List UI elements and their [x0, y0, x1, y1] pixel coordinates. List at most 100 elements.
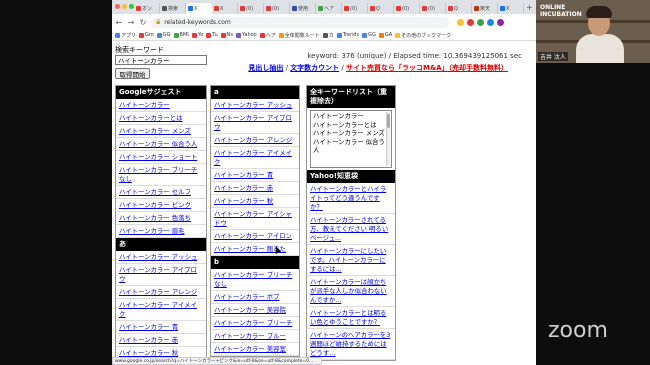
heading-extract-link[interactable]: 見出し抽出	[248, 64, 283, 72]
browser-tab[interactable]: 検索	[160, 3, 186, 14]
keyword-link[interactable]: ハイトーンカラー ブリーチなし	[211, 269, 299, 291]
rakko-ma-link[interactable]: サイト売買なら「ラッコM&A」（売却手数料無料）	[346, 64, 508, 72]
page-content: 検索キーワード 取得開始 keyword: 376 (unique) / Ela…	[112, 41, 536, 365]
keyword-link[interactable]: ハイトーンカラー アッシュ	[116, 251, 206, 264]
keyword-link[interactable]: ハイトーンカラー アイシャドウ	[211, 208, 299, 230]
bookmark-item[interactable]: GG	[362, 32, 376, 38]
browser-tab[interactable]: (0)	[238, 3, 264, 14]
bookmark-item[interactable]: Yo	[191, 32, 203, 38]
bookmark-favicon-icon	[322, 32, 328, 38]
keyword-link[interactable]: ハイトーンカラー 飽きた	[211, 243, 299, 256]
keyword-link[interactable]: ハイトーンカラー ブリーチなし	[116, 164, 206, 186]
keyword-link[interactable]: ハイトーンカラー アイブロウ	[116, 264, 206, 286]
keyword-link[interactable]: ハイトーンカラー 赤	[211, 182, 299, 195]
bookmark-item[interactable]: Trends	[336, 32, 359, 38]
bookmark-item[interactable]: GG	[156, 32, 171, 38]
keyword-link[interactable]: ハイトーンカラー アレンジ	[116, 286, 206, 299]
extension-icon[interactable]	[477, 18, 484, 26]
browser-tab[interactable]: (0)	[342, 3, 368, 14]
tab-label: (0)	[350, 5, 358, 12]
keyword-link[interactable]: ハイトーンカラー 美容室	[211, 343, 299, 356]
keyword-link[interactable]: ハイトーンカラー ボブ	[211, 291, 299, 304]
address-bar[interactable]: 🔒 related-keywords.com	[151, 16, 449, 28]
browser-tab[interactable]: オン	[134, 3, 160, 14]
keyword-link[interactable]: ハイトーンカラー アイロン	[211, 230, 299, 243]
keyword-link[interactable]: ハイトーンカラー 赤	[116, 334, 206, 347]
bookmark-item[interactable]: Tu	[206, 32, 218, 38]
new-tab-button[interactable]: +	[526, 3, 533, 12]
star-icon[interactable]	[457, 18, 464, 26]
browser-tab[interactable]: (0)	[420, 3, 446, 14]
keyword-link[interactable]: ハイトーンカラー ショート	[116, 151, 206, 164]
search-input[interactable]	[115, 55, 207, 65]
extension-icon[interactable]	[467, 18, 474, 26]
keyword-link[interactable]: ハイトーンカラー 秋	[211, 195, 299, 208]
tab-label: オン	[142, 6, 153, 12]
yahoo-question-link[interactable]: ハイトーンのヘアカラーを3週間ほど維持するためにはどうす...	[307, 329, 395, 360]
keyword-link[interactable]: ハイトーンカラー アイメイク	[116, 299, 206, 321]
forward-icon[interactable]: →	[127, 18, 135, 27]
bookmark-item[interactable]: カ	[322, 32, 334, 39]
yahoo-question-link[interactable]: ハイトーンカラーされてる方、教えてください 明るいベージュ...	[307, 214, 395, 245]
bookmark-item[interactable]: BMI	[173, 32, 189, 38]
keyword-link[interactable]: ハイトーンカラー 美容院	[211, 304, 299, 317]
reload-icon[interactable]: ↻	[139, 18, 147, 27]
bookmark-item[interactable]: ヘア	[259, 32, 276, 39]
yahoo-question-link[interactable]: ハイトーンカラーは顔立ちが派手な人しか似合わないんですか...	[307, 276, 395, 307]
char-count-link[interactable]: 文字数カウント	[290, 64, 339, 72]
browser-tab[interactable]: Q	[446, 3, 472, 14]
keyword-link[interactable]: ハイトーンカラー アイブロウ	[211, 112, 299, 134]
keyword-link[interactable]: ハイトーンカラー アイメイク	[211, 147, 299, 169]
bookmark-item[interactable]: Ns	[220, 32, 233, 38]
keyword-link[interactable]: ハイトーンカラー ブルー	[211, 330, 299, 343]
all-keywords-textarea[interactable]: ハイトーンカラー ハイトーンカラーとは ハイトーンカラー メンズ ハイトーンカラー 似…	[310, 110, 392, 168]
keyword-link[interactable]: ハイトーンカラー アッシュ	[211, 99, 299, 112]
keyword-link[interactable]: ハイトーンカラー 青	[116, 321, 206, 334]
browser-tab[interactable]: ヘア	[316, 3, 342, 14]
back-icon[interactable]: ←	[115, 18, 123, 27]
keyword-link[interactable]: ハイトーンカラーとは	[116, 112, 206, 125]
start-button[interactable]: 取得開始	[115, 68, 150, 79]
keyword-link[interactable]: ハイトーンカラー アレンジ	[211, 134, 299, 147]
keyword-link[interactable]: ハイトーンカラー ブリーチ	[211, 317, 299, 330]
bookmark-favicon-icon	[173, 32, 179, 38]
keyword-link[interactable]: ハイトーンカラー	[116, 99, 206, 112]
browser-tab[interactable]: (0)	[394, 3, 420, 14]
yahoo-question-link[interactable]: ハイトーンカラーとハイライトってどう違うんですか？	[307, 183, 395, 214]
bookmark-item[interactable]: GA	[378, 32, 392, 38]
tab-favicon-icon	[422, 6, 427, 11]
browser-tab[interactable]: 使用	[290, 3, 316, 14]
keyword-link[interactable]: ハイトーンカラー 色落ち	[116, 212, 206, 225]
bookmark-item[interactable]: アプリ	[115, 32, 136, 39]
tab-favicon-icon	[448, 6, 453, 11]
keyword-link[interactable]: ハイトーンカラー 似合う人	[116, 138, 206, 151]
keyword-link[interactable]: ハイトーンカラー 青	[211, 169, 299, 182]
keyword-link[interactable]: ハイトーンカラー セルフ	[116, 186, 206, 199]
minimize-window-button[interactable]	[122, 4, 127, 9]
bookmark-item[interactable]: 全体閲覧ルート	[278, 32, 320, 39]
bookmarks-bar: アプリ Gm GG BMI Yo Tu Ns Yahoo ヘア 全体閲覧ルート カ Trends GG G…	[112, 30, 536, 41]
bookmark-item[interactable]: その他のブックマーク	[395, 32, 451, 39]
bookmark-item[interactable]: Gm	[139, 32, 154, 38]
window-controls	[115, 4, 134, 9]
search-label: 検索キーワード	[115, 46, 164, 54]
keyword-link[interactable]: ハイトーンカラー ピンク	[116, 199, 206, 212]
close-window-button[interactable]	[115, 4, 120, 9]
browser-tab[interactable]: 楽天	[472, 3, 498, 14]
yahoo-question-link[interactable]: ハイトーンカラーにしたいです。ハイトーンカラーにするには...	[307, 245, 395, 276]
browser-tab[interactable]: X	[186, 3, 212, 14]
all-keywords-line: ハイトーンカラー メンズ	[313, 129, 385, 137]
browser-tab[interactable]: X	[212, 3, 238, 14]
yahoo-question-link[interactable]: ハイトーンカラーとは明るい色とゆうことですか？	[307, 307, 395, 329]
keyword-link[interactable]: ハイトーンカラー メンズ	[116, 125, 206, 138]
profile-avatar[interactable]	[497, 18, 504, 26]
browser-tab[interactable]: Q	[368, 3, 394, 14]
textarea-scrollbar[interactable]	[386, 112, 390, 166]
maximize-window-button[interactable]	[129, 4, 134, 9]
browser-tab[interactable]: X	[498, 3, 524, 14]
extension-icon[interactable]	[487, 18, 494, 26]
browser-tab[interactable]: (0)	[264, 3, 290, 14]
bookmark-item[interactable]: Yahoo	[236, 32, 257, 38]
keyword-link[interactable]: ハイトーンカラー 眉毛	[116, 225, 206, 238]
logo-line-2: INCUBATION	[540, 11, 582, 18]
